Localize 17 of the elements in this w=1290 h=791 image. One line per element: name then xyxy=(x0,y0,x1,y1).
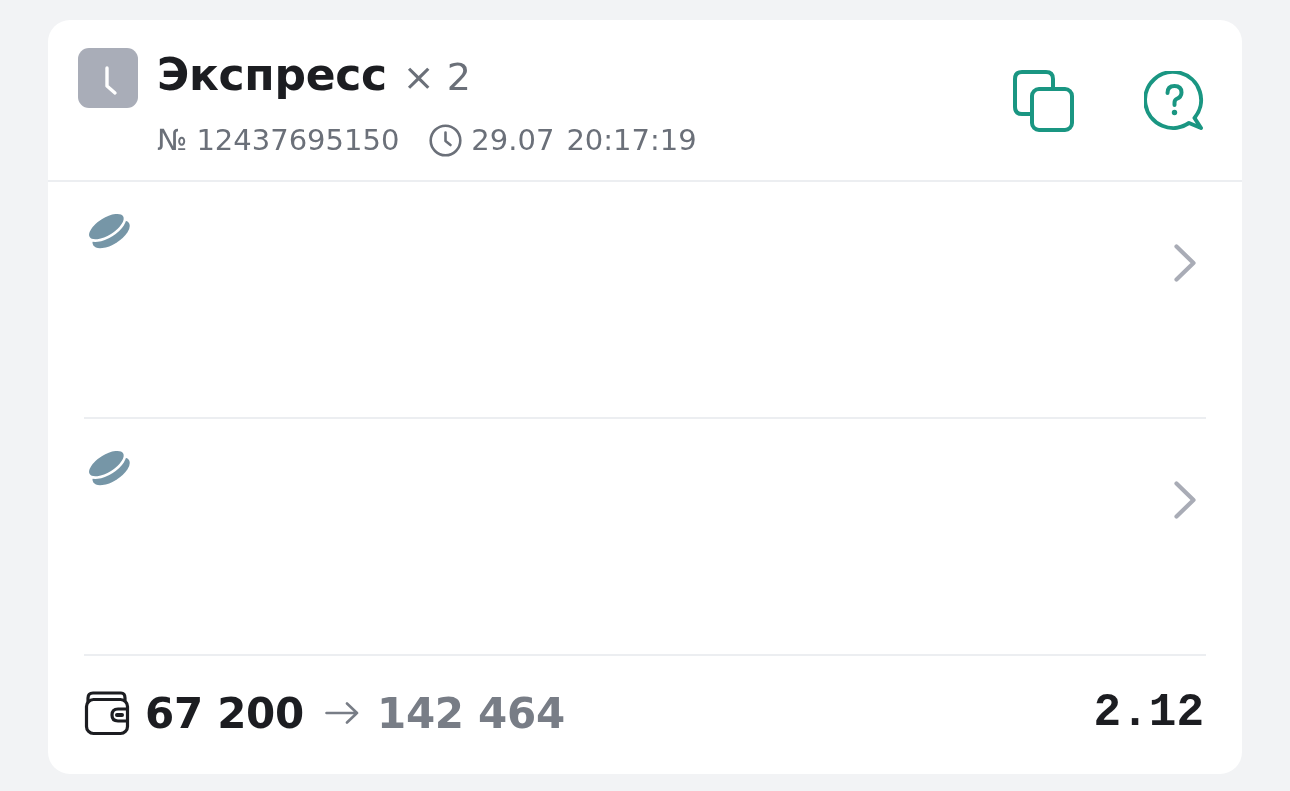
chevron-right-icon[interactable] xyxy=(1173,480,1197,520)
stake-amount: 67 200 xyxy=(145,688,304,738)
bet-date: 29.07 xyxy=(471,122,555,158)
copy-button[interactable] xyxy=(1013,70,1074,132)
wallet-icon xyxy=(84,690,131,736)
payout-amount: 142 464 xyxy=(376,688,565,738)
bet-number: № 12437695150 xyxy=(157,122,400,158)
bet-time: 20:17:19 xyxy=(566,122,697,158)
clock-icon xyxy=(429,123,463,157)
total-odds: 2.12 xyxy=(1093,687,1204,739)
arrow-right-icon xyxy=(324,702,359,724)
bet-multiplier: × 2 xyxy=(402,54,471,101)
chevron-right-icon[interactable] xyxy=(1173,243,1197,283)
copy-icon xyxy=(1013,70,1074,132)
help-chat-icon xyxy=(1144,71,1206,131)
help-button[interactable] xyxy=(1144,70,1206,132)
bet-type-title: Экспресс xyxy=(157,48,387,102)
